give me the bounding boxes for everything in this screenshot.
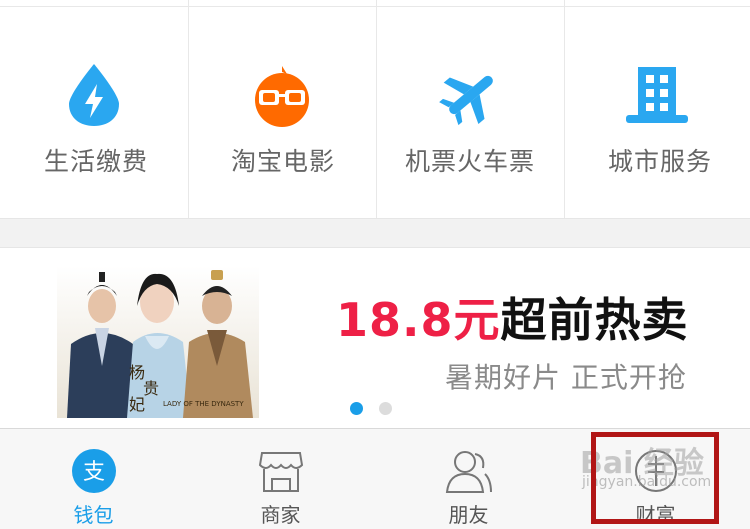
city-building-icon [624,62,690,128]
service-label: 淘宝电影 [231,147,336,176]
banner-subtitle: 暑期好片 正式开抢 [445,361,687,394]
promo-banner[interactable]: 杨 贵 妃 LADY OF THE DYNASTY 18.8元超前热卖 暑期好片… [0,248,750,428]
service-label: 生活缴费 [44,147,149,176]
tab-merchants[interactable]: 商家 [187,429,374,529]
friends-icon [445,447,493,495]
store-icon [257,447,305,495]
service-flight-train[interactable]: 机票火车票 [377,0,564,218]
banner-price: 18.8元 [336,293,501,347]
tab-friends[interactable]: 朋友 [375,429,562,529]
carousel-dot[interactable] [379,402,392,415]
svg-text:妃: 妃 [129,395,145,414]
svg-text:支: 支 [82,460,104,485]
service-label: 城市服务 [608,147,713,176]
carousel-dot[interactable] [350,402,363,415]
services-grid: 生活缴费 淘宝电影 机票火车票 城市服务 [0,0,750,219]
svg-text:贵: 贵 [143,379,159,398]
movie-poster-image: 杨 贵 妃 LADY OF THE DYNASTY [57,266,259,418]
water-drop-lightning-icon [61,62,127,128]
highlight-box [591,432,719,524]
tab-wallet[interactable]: 支 钱包 [0,429,187,529]
banner-headline: 18.8元超前热卖 [336,284,689,350]
service-life-payment[interactable]: 生活缴费 [0,0,188,218]
banner-promo: 超前热卖 [500,293,689,347]
section-gap [0,219,750,248]
service-taobao-movie[interactable]: 淘宝电影 [189,0,376,218]
tab-label: 商家 [260,503,301,527]
glasses-character-icon [249,62,315,128]
alipay-icon: 支 [70,447,118,495]
tab-label: 钱包 [73,503,114,527]
service-city[interactable]: 城市服务 [565,0,750,218]
airplane-icon [438,62,504,128]
svg-text:LADY OF THE DYNASTY: LADY OF THE DYNASTY [163,400,244,408]
tab-label: 朋友 [448,503,489,527]
carousel-indicator [350,402,392,415]
service-label: 机票火车票 [405,147,536,176]
